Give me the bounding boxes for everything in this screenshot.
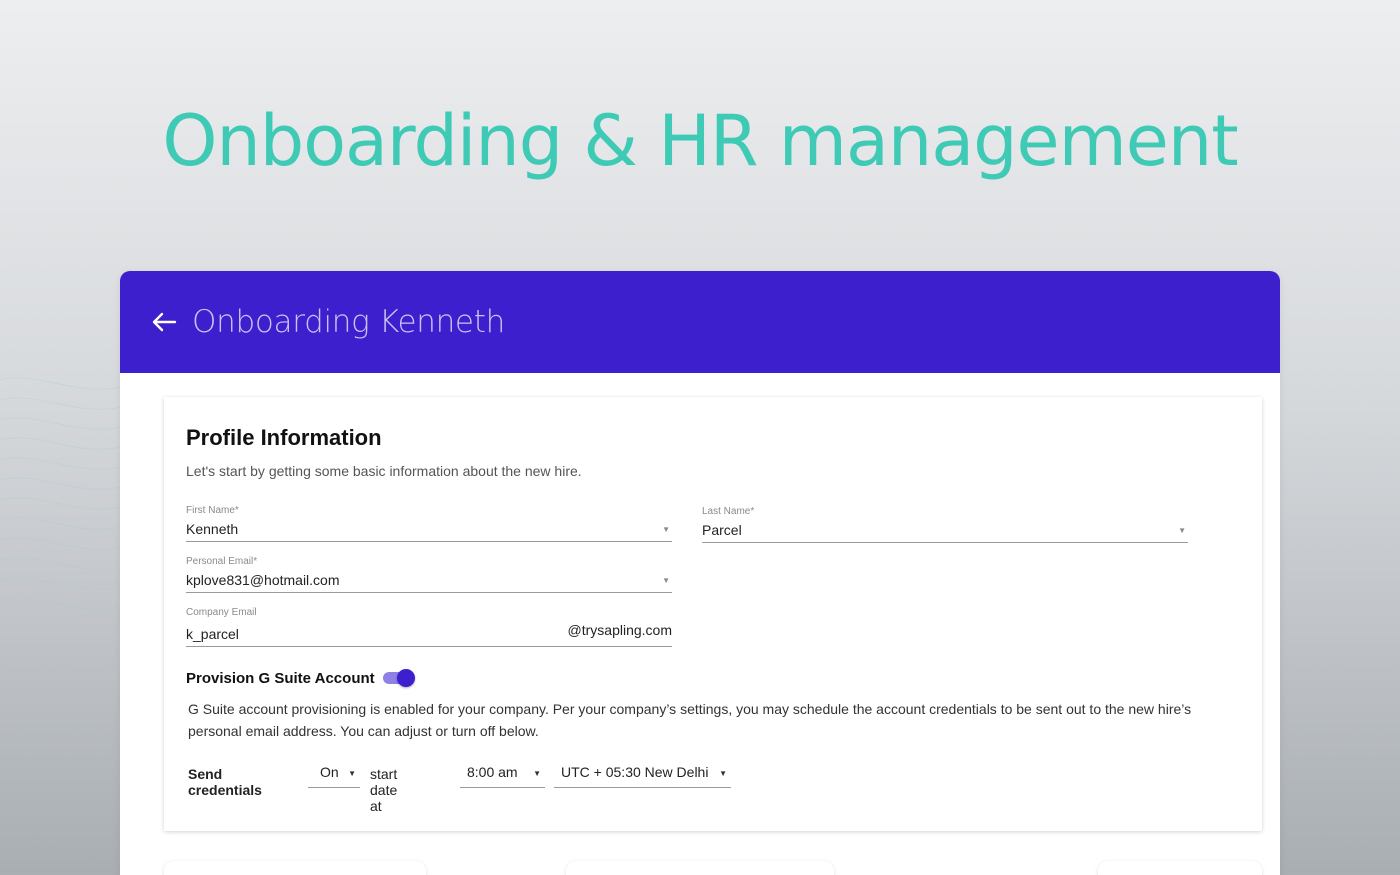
profile-subtitle: Let's start by getting some basic inform…: [186, 463, 582, 479]
chevron-down-icon: ▼: [662, 525, 670, 534]
company-email-domain: @trysapling.com: [567, 622, 672, 638]
personal-email-label: Personal Email*: [186, 556, 258, 567]
company-email-label: Company Email: [186, 607, 257, 618]
credentials-state-value: On: [320, 764, 339, 780]
profile-title: Profile Information: [186, 425, 382, 450]
first-name-label: First Name*: [186, 505, 239, 516]
personal-email-field[interactable]: Personal Email* kplove831@hotmail.com ▼: [186, 556, 672, 593]
chevron-down-icon: ▼: [719, 769, 727, 778]
last-name-label: Last Name*: [702, 506, 755, 517]
last-name-field[interactable]: Last Name* Parcel ▼: [702, 506, 1188, 543]
company-email-value: k_parcel: [186, 626, 239, 642]
section-card: [164, 861, 426, 875]
section-card: [1098, 861, 1262, 875]
chevron-down-icon: ▼: [348, 769, 356, 778]
first-name-field[interactable]: First Name* Kenneth ▼: [186, 505, 672, 542]
back-button[interactable]: [150, 308, 178, 336]
time-value: 8:00 am: [467, 764, 518, 780]
decorative-waves: [0, 377, 130, 610]
personal-email-value: kplove831@hotmail.com: [186, 572, 340, 588]
timezone-value: UTC + 05:30 New Delhi: [561, 764, 709, 780]
chevron-down-icon: ▼: [533, 769, 541, 778]
profile-card: Profile Information Let's start by getti…: [164, 397, 1262, 831]
gsuite-row: Provision G Suite Account: [186, 669, 415, 687]
credentials-state-select[interactable]: On ▼: [308, 761, 360, 788]
timezone-select[interactable]: UTC + 05:30 New Delhi ▼: [554, 761, 731, 788]
section-card: [566, 861, 834, 875]
arrow-left-icon: [152, 312, 177, 332]
company-email-field[interactable]: Company Email k_parcel @trysapling.com: [186, 607, 672, 647]
toggle-knob: [396, 669, 415, 687]
first-name-value: Kenneth: [186, 521, 239, 537]
hero-title: Onboarding & HR management: [162, 100, 1238, 182]
last-name-value: Parcel: [702, 522, 742, 538]
chevron-down-icon: ▼: [662, 576, 670, 585]
send-credentials-label: Send credentials: [188, 766, 262, 798]
gsuite-toggle[interactable]: [382, 669, 415, 687]
gsuite-label: Provision G Suite Account: [186, 669, 375, 687]
chevron-down-icon: ▼: [1178, 526, 1186, 535]
app-window: Onboarding Kenneth Profile Information L…: [120, 271, 1280, 875]
gsuite-description: G Suite account provisioning is enabled …: [188, 701, 1192, 739]
start-date-label: start date at: [370, 766, 398, 814]
app-header: Onboarding Kenneth: [120, 271, 1280, 373]
page-title: Onboarding Kenneth: [192, 304, 505, 340]
time-select[interactable]: 8:00 am ▼: [460, 761, 545, 788]
